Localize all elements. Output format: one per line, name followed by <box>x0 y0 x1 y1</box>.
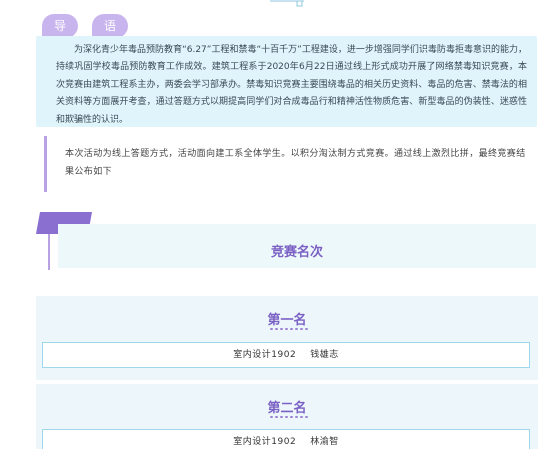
top-ornament-icon <box>270 0 304 7</box>
dots-divider-icon <box>269 416 309 418</box>
intro-tags: 导 语 <box>42 14 132 38</box>
rank-entry: 室内设计1902 钱雄志 <box>42 342 530 368</box>
rank-name: 钱雄志 <box>310 350 339 360</box>
rank-entry: 室内设计1902 林渝智 <box>42 429 530 449</box>
intro-tag-second: 语 <box>92 14 128 38</box>
rank-title: 第二名 <box>267 401 307 416</box>
intro-tag-first: 导 <box>42 14 78 38</box>
rank-card-second: 第二名 室内设计1902 林渝智 <box>36 384 538 449</box>
section-title: 竞赛名次 <box>58 224 536 268</box>
intro-paragraph: 为深化青少年毒品预防教育“6.27”工程和禁毒“十百千万”工程建设，进一步增强同… <box>36 36 537 127</box>
dots-divider-icon <box>269 328 309 330</box>
rank-card-first: 第一名 室内设计1902 钱雄志 <box>36 296 538 380</box>
rank-title: 第一名 <box>267 313 307 328</box>
notice-paragraph: 本次活动为线上答题方式，活动面向建工系全体学生。以积分淘汰制方式竞赛。通过线上激… <box>44 136 534 192</box>
rank-name: 林渝智 <box>310 437 339 447</box>
rank-class: 室内设计1902 <box>233 350 297 360</box>
rank-class: 室内设计1902 <box>233 437 297 447</box>
